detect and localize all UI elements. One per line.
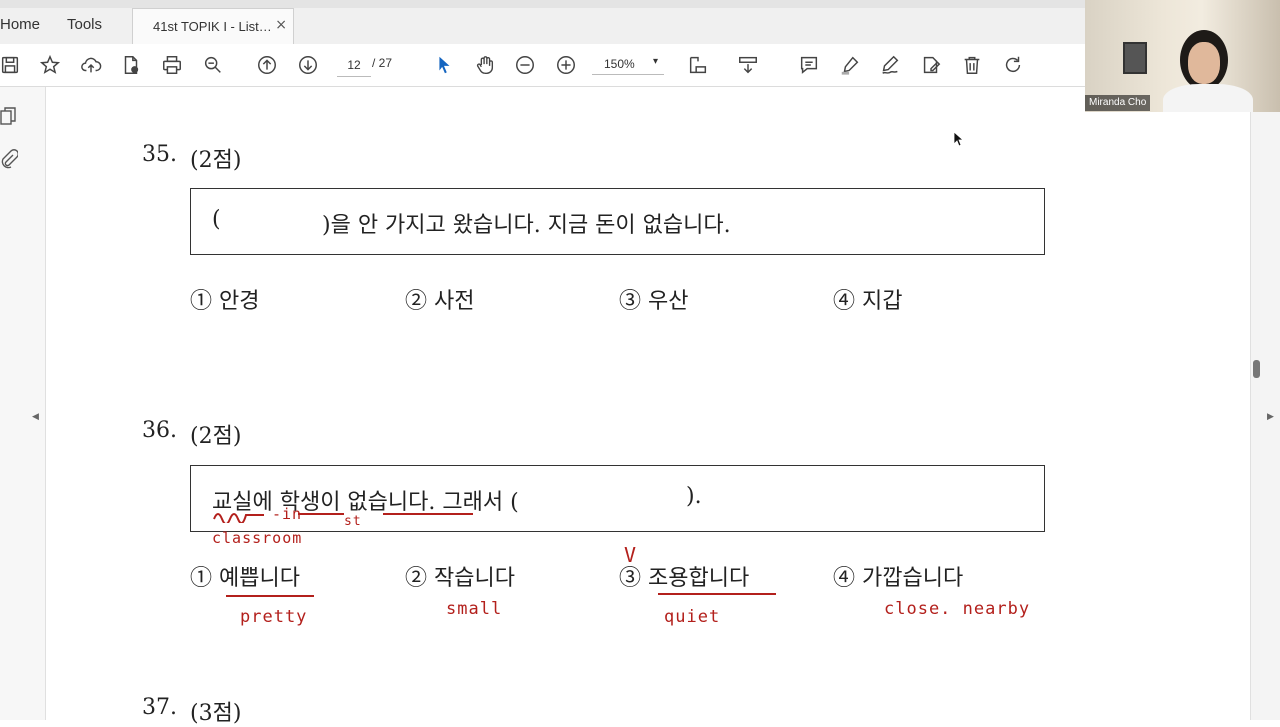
q35-prompt-text: )을 안 가지고 왔습니다. 지금 돈이 없습니다. <box>322 213 731 238</box>
tab-bar: Home Tools 41st TOPIK I - List… × <box>0 0 1085 45</box>
sign-icon[interactable] <box>878 53 902 77</box>
tab-home[interactable]: Home <box>0 16 40 33</box>
q37-points: (3점) <box>190 701 242 726</box>
attachment-icon[interactable] <box>0 149 19 169</box>
zoom-search-icon[interactable] <box>201 53 225 77</box>
annotation-underline-option-3 <box>658 593 776 595</box>
document-page: 35. (2점) ( )을 안 가지고 왔습니다. 지금 돈이 없습니다. ① … <box>46 87 1250 726</box>
arrow-up-icon[interactable] <box>255 53 279 77</box>
chevron-down-icon: ▾ <box>652 56 658 67</box>
tab-document-label: 41st TOPIK I - List… <box>153 19 272 34</box>
expand-right-pane-icon[interactable]: ▶ <box>1267 412 1274 422</box>
zoom-select[interactable]: 150% ▾ <box>592 54 664 75</box>
close-tab-icon[interactable]: × <box>275 17 287 33</box>
hand-icon[interactable] <box>473 53 497 77</box>
q36-points: (2점) <box>190 424 242 449</box>
q35-points: (2점) <box>190 148 242 173</box>
page-fit-icon[interactable] <box>686 53 710 77</box>
annotation-underline-none <box>383 513 473 515</box>
page-total: / 27 <box>372 56 393 70</box>
webcam-person-body <box>1163 84 1253 112</box>
annotation-in: -in <box>272 505 303 523</box>
right-pane-strip <box>1250 112 1280 720</box>
vertical-scrollbar[interactable] <box>1253 360 1260 378</box>
q35-option-2: ② 사전 <box>405 289 475 314</box>
delete-icon[interactable] <box>960 53 984 77</box>
q35-option-1: ① 안경 <box>190 289 260 314</box>
comment-icon[interactable] <box>797 53 821 77</box>
zoom-out-icon[interactable] <box>513 53 537 77</box>
annotation-check-mark: V <box>624 543 638 567</box>
webcam-wall-frame <box>1123 42 1147 74</box>
toolbar: / 27 150% ▾ <box>0 44 1085 87</box>
zoom-value: 150% <box>604 57 635 71</box>
save-icon[interactable] <box>0 53 22 77</box>
star-icon[interactable] <box>38 53 62 77</box>
cloud-upload-icon[interactable] <box>79 53 103 77</box>
annotation-underline-option-1 <box>226 595 314 597</box>
q36-option-4: ④ 가깝습니다 <box>833 566 964 591</box>
tab-document[interactable]: 41st TOPIK I - List… × <box>132 8 294 44</box>
q37-number: 37. <box>142 695 177 720</box>
annotation-squiggle <box>213 513 264 523</box>
q35-prompt-open: ( <box>212 207 221 232</box>
q36-option-1: ① 예쁩니다 <box>190 566 300 591</box>
annotation-underline-classroom-word <box>298 513 344 515</box>
q36-option-2: ② 작습니다 <box>405 566 515 591</box>
zoom-in-icon[interactable] <box>554 53 578 77</box>
webcam-video-tile: Miranda Cho <box>1085 0 1280 112</box>
mouse-cursor-icon <box>953 131 965 147</box>
annotation-quiet: quiet <box>664 607 721 627</box>
expand-left-pane-icon[interactable]: ◀ <box>32 412 39 422</box>
window-title-strip <box>0 0 1085 8</box>
highlight-icon[interactable] <box>838 53 862 77</box>
q35-option-3: ③ 우산 <box>619 289 689 314</box>
print-icon[interactable] <box>160 53 184 77</box>
arrow-down-icon[interactable] <box>296 53 320 77</box>
file-icon[interactable] <box>119 53 143 77</box>
left-navigation-pane <box>0 87 46 720</box>
annotation-small: small <box>446 599 503 619</box>
annotation-st: st <box>344 514 362 529</box>
select-cursor-icon[interactable] <box>432 53 456 77</box>
pages-panel-icon[interactable] <box>0 107 18 127</box>
tab-tools[interactable]: Tools <box>67 16 102 33</box>
webcam-participant-name: Miranda Cho <box>1085 95 1151 111</box>
q36-prompt-close: ). <box>686 484 702 509</box>
page-number-input[interactable] <box>337 54 371 77</box>
rotate-icon[interactable] <box>1001 53 1025 77</box>
q35-number: 35. <box>142 142 177 167</box>
scroll-mode-icon[interactable] <box>736 53 760 77</box>
annotation-pretty: pretty <box>240 607 308 627</box>
edit-icon[interactable] <box>919 53 943 77</box>
annotation-close-nearby: close. nearby <box>884 599 1031 619</box>
q36-option-3: ③ 조용합니다 <box>619 566 750 591</box>
q36-number: 36. <box>142 418 177 443</box>
q35-option-4: ④ 지갑 <box>833 289 903 314</box>
annotation-classroom: classroom <box>212 529 303 547</box>
webcam-person-face <box>1188 42 1220 84</box>
